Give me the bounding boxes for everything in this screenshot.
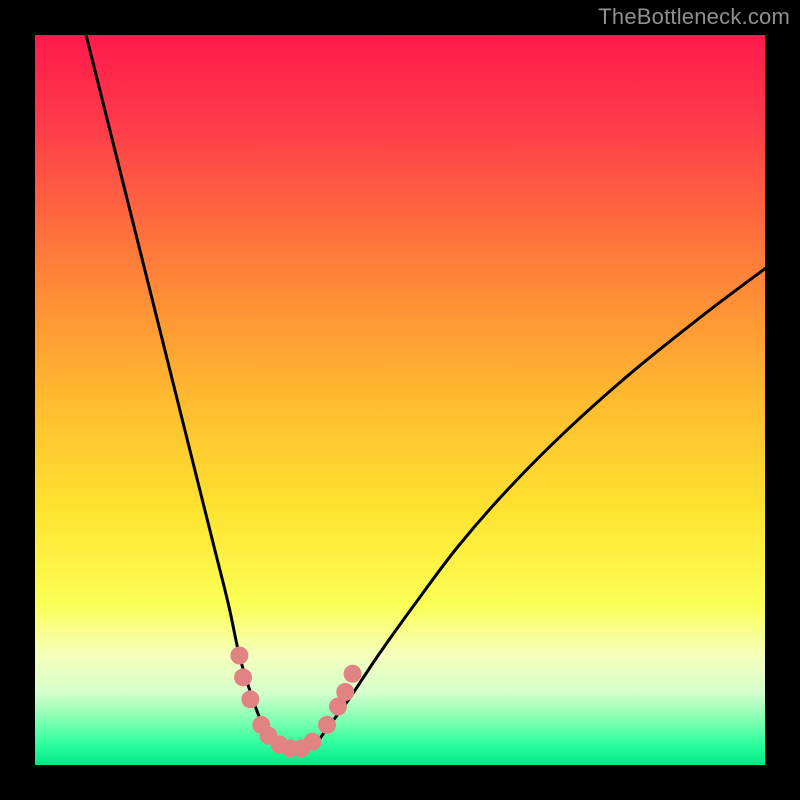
highlight-dot [303, 733, 321, 751]
highlight-dot [344, 665, 362, 683]
highlight-dots [230, 647, 361, 758]
highlight-dot [230, 647, 248, 665]
plot-area [35, 35, 765, 765]
chart-frame: TheBottleneck.com [0, 0, 800, 800]
watermark-text: TheBottleneck.com [598, 4, 790, 30]
highlight-dot [318, 716, 336, 734]
highlight-dot [234, 668, 252, 686]
highlight-dot [241, 690, 259, 708]
highlight-overlay [35, 35, 765, 765]
highlight-dot [336, 683, 354, 701]
